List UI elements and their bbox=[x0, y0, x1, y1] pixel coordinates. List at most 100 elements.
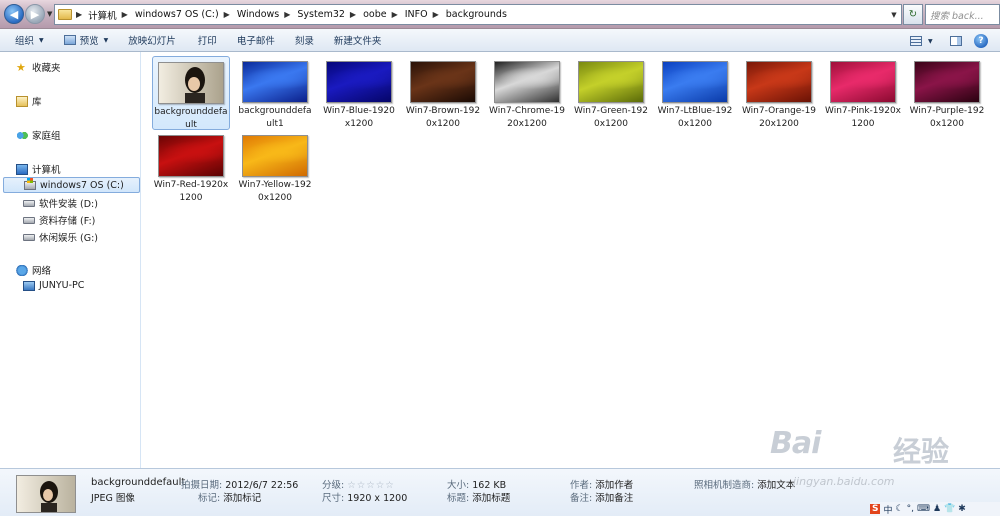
file-item[interactable]: Win7-Blue-1920x1200 bbox=[320, 56, 398, 129]
file-list: backgrounddefault backgrounddefault1 Win7-… bbox=[142, 52, 1000, 468]
nav-drive-g[interactable]: 休闲娱乐 (G:) bbox=[23, 230, 98, 244]
forward-button[interactable]: ▶ bbox=[25, 4, 45, 24]
file-name: backgrounddefault bbox=[154, 107, 228, 130]
file-thumbnail bbox=[242, 135, 308, 177]
shirt-icon[interactable]: 👕 bbox=[944, 504, 955, 514]
file-name: backgrounddefault1 bbox=[238, 106, 312, 129]
navigation-pane: ★ 收藏夹 库 家庭组 计算机 windows7 OS (C:) 软件安装 (D:… bbox=[0, 52, 141, 468]
file-item[interactable]: Win7-Orange-1920x1200 bbox=[740, 56, 818, 129]
file-item[interactable]: backgrounddefault1 bbox=[236, 56, 314, 129]
preview-icon bbox=[63, 35, 76, 45]
preview-button[interactable]: 预览 ▼ bbox=[63, 33, 109, 47]
file-item[interactable]: Win7-Brown-1920x1200 bbox=[404, 56, 482, 129]
size-field: 大小: 162 KB bbox=[447, 480, 507, 491]
camera-field[interactable]: 照相机制造商: 添加文本 bbox=[694, 477, 795, 491]
view-options-icon[interactable] bbox=[910, 36, 922, 46]
print-button[interactable]: 打印 bbox=[198, 33, 217, 47]
moon-icon[interactable]: ☾ bbox=[896, 504, 904, 514]
file-item[interactable]: Win7-Chrome-1920x1200 bbox=[488, 56, 566, 129]
file-thumbnail bbox=[326, 61, 392, 103]
file-item[interactable]: Win7-LtBlue-1920x1200 bbox=[656, 56, 734, 129]
title-field[interactable]: 标题: 添加标题 bbox=[447, 490, 510, 504]
help-icon[interactable]: ? bbox=[974, 34, 988, 48]
nav-computer[interactable]: 计算机 bbox=[16, 162, 61, 176]
breadcrumb-item[interactable]: oobe ▶ bbox=[363, 9, 405, 20]
folder-icon bbox=[58, 9, 72, 20]
ime-language[interactable]: 中 bbox=[883, 503, 892, 516]
new-folder-button[interactable]: 新建文件夹 bbox=[334, 33, 382, 47]
nav-drive-c[interactable]: windows7 OS (C:) bbox=[3, 177, 140, 193]
keyboard-icon[interactable]: ⌨ bbox=[917, 504, 930, 514]
nav-drive-f[interactable]: 资料存储 (F:) bbox=[23, 213, 95, 227]
details-thumbnail bbox=[16, 475, 76, 513]
breadcrumb-item[interactable]: windows7 OS (C:) ▶ bbox=[135, 9, 237, 20]
nav-pc[interactable]: JUNYU-PC bbox=[23, 280, 84, 291]
comments-field[interactable]: 备注: 添加备注 bbox=[570, 490, 633, 504]
tags-field[interactable]: 标记: 添加标记 bbox=[198, 490, 261, 504]
file-name: Win7-Green-1920x1200 bbox=[574, 106, 648, 129]
drive-icon bbox=[23, 216, 35, 224]
organize-button[interactable]: 组织 ▼ bbox=[15, 33, 44, 47]
breadcrumb-item[interactable]: System32 ▶ bbox=[297, 9, 363, 20]
breadcrumb-item[interactable]: backgrounds bbox=[446, 9, 507, 20]
file-name: Win7-Chrome-1920x1200 bbox=[489, 106, 565, 129]
chevron-right-icon[interactable]: ▶ bbox=[76, 10, 82, 19]
nav-network[interactable]: 网络 bbox=[16, 263, 51, 277]
tools-icon[interactable]: ✱ bbox=[958, 504, 966, 514]
breadcrumb-item[interactable]: 计算机 ▶ bbox=[88, 8, 135, 22]
nav-libraries[interactable]: 库 bbox=[16, 94, 42, 108]
chevron-down-icon[interactable]: ▼ bbox=[928, 38, 933, 45]
file-item[interactable]: Win7-Purple-1920x1200 bbox=[908, 56, 986, 129]
preview-pane-icon[interactable] bbox=[950, 36, 962, 46]
file-item[interactable]: Win7-Yellow-1920x1200 bbox=[236, 130, 314, 203]
file-thumbnail bbox=[410, 61, 476, 103]
breadcrumb-item[interactable]: Windows ▶ bbox=[237, 9, 298, 20]
file-name: Win7-Purple-1920x1200 bbox=[909, 106, 985, 129]
chevron-down-icon: ▼ bbox=[39, 36, 44, 44]
chevron-down-icon: ▼ bbox=[103, 36, 109, 44]
rating-field[interactable]: 分级: ☆☆☆☆☆ bbox=[322, 477, 395, 491]
burn-button[interactable]: 刻录 bbox=[295, 33, 314, 47]
file-name: Win7-Red-1920x1200 bbox=[153, 180, 229, 203]
details-filetype: JPEG 图像 bbox=[91, 493, 135, 504]
arrow-right-icon: ▶ bbox=[30, 7, 40, 21]
file-item[interactable]: backgrounddefault bbox=[152, 56, 230, 130]
file-item[interactable]: Win7-Red-1920x1200 bbox=[152, 130, 230, 203]
nav-homegroup[interactable]: 家庭组 bbox=[16, 128, 61, 142]
back-button[interactable]: ◀ bbox=[4, 4, 24, 24]
homegroup-icon bbox=[16, 129, 28, 141]
details-filename: backgrounddefault bbox=[91, 477, 186, 488]
search-input[interactable]: 搜索 back... bbox=[925, 4, 1000, 25]
file-thumbnail bbox=[914, 61, 980, 103]
file-thumbnail bbox=[662, 61, 728, 103]
slideshow-button[interactable]: 放映幻灯片 bbox=[128, 33, 176, 47]
star-icon: ★ bbox=[16, 60, 26, 74]
email-button[interactable]: 电子邮件 bbox=[237, 33, 275, 47]
address-dropdown-icon[interactable]: ▼ bbox=[887, 4, 901, 25]
file-thumbnail bbox=[830, 61, 896, 103]
windows-drive-icon bbox=[24, 177, 36, 190]
file-item[interactable]: Win7-Green-1920x1200 bbox=[572, 56, 650, 129]
author-field[interactable]: 作者: 添加作者 bbox=[570, 477, 633, 491]
watermark-url: jingyan.baidu.com bbox=[793, 475, 895, 488]
nav-favorites[interactable]: ★ 收藏夹 bbox=[16, 60, 61, 75]
file-thumbnail bbox=[158, 135, 224, 177]
sogou-icon[interactable]: S bbox=[870, 504, 881, 514]
breadcrumb[interactable]: ▶ 计算机 ▶ windows7 OS (C:) ▶ Windows ▶ System… bbox=[54, 4, 902, 25]
breadcrumb-item[interactable]: INFO ▶ bbox=[405, 9, 446, 20]
file-name: Win7-Orange-1920x1200 bbox=[741, 106, 817, 129]
file-item[interactable]: Win7-Pink-1920x1200 bbox=[824, 56, 902, 129]
watermark-logo: Bai bbox=[770, 426, 821, 461]
nav-drive-d[interactable]: 软件安装 (D:) bbox=[23, 196, 98, 210]
computer-icon bbox=[16, 163, 28, 175]
file-thumbnail bbox=[158, 62, 224, 104]
computer-icon bbox=[23, 280, 35, 291]
punctuation-icon[interactable]: °, bbox=[907, 504, 914, 514]
network-icon bbox=[16, 264, 28, 276]
file-name: Win7-Brown-1920x1200 bbox=[405, 106, 481, 129]
history-dropdown-icon[interactable]: ▼ bbox=[47, 10, 52, 18]
refresh-button[interactable]: ↻ bbox=[903, 4, 923, 25]
user-icon[interactable]: ♟ bbox=[933, 504, 941, 514]
library-icon bbox=[16, 95, 28, 107]
address-bar: ◀ ▶ ▼ ▶ 计算机 ▶ windows7 OS (C:) ▶ Windows ▶ … bbox=[0, 0, 1000, 29]
